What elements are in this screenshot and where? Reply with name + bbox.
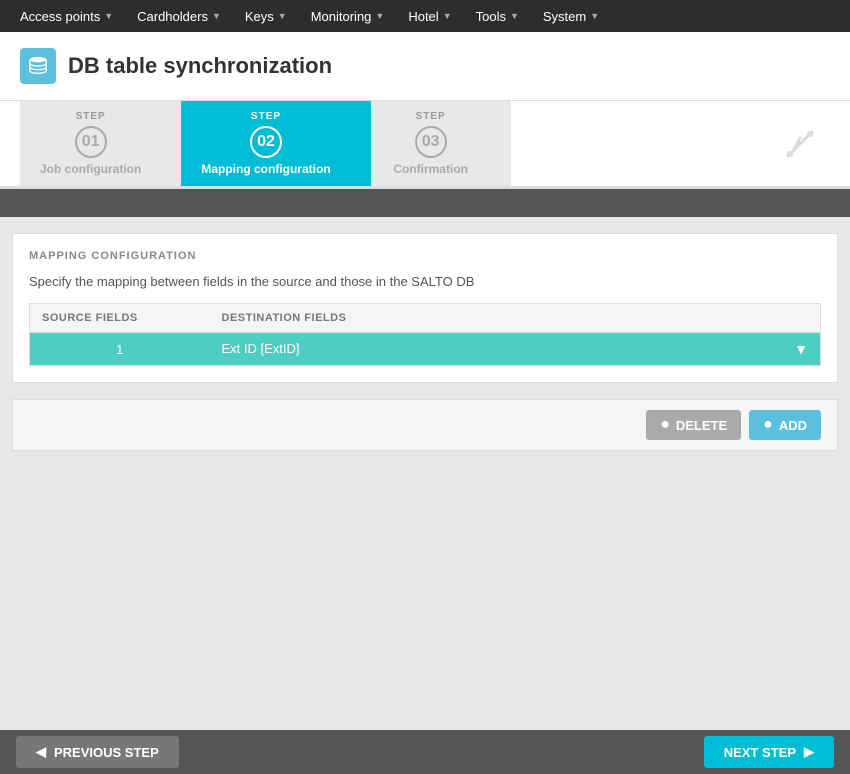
col-source-fields: SOURCE FIELDS bbox=[30, 304, 210, 333]
tools-icon-area bbox=[780, 101, 830, 186]
nav-label-hotel: Hotel bbox=[408, 9, 438, 24]
step-02-number: 02 bbox=[250, 126, 282, 158]
nav-arrow-system: ▼ bbox=[590, 11, 599, 21]
prev-arrow-icon: ◀ bbox=[36, 744, 46, 760]
page-icon bbox=[20, 48, 56, 84]
step-03-label-top: STEP bbox=[416, 111, 446, 122]
next-step-button[interactable]: NEXT STEP ▶ bbox=[704, 736, 834, 768]
bottom-navigation: ◀ PREVIOUS STEP NEXT STEP ▶ bbox=[0, 730, 850, 774]
nav-item-monitoring[interactable]: Monitoring ▼ bbox=[299, 0, 397, 32]
nav-item-access-points[interactable]: Access points ▼ bbox=[8, 0, 125, 32]
step-01-name: Job configuration bbox=[40, 162, 141, 176]
mapping-table: SOURCE FIELDS DESTINATION FIELDS 1 Ext I… bbox=[29, 303, 821, 366]
step-03[interactable]: STEP 03 Confirmation bbox=[371, 101, 511, 186]
nav-item-cardholders[interactable]: Cardholders ▼ bbox=[125, 0, 233, 32]
top-navigation: Access points ▼ Cardholders ▼ Keys ▼ Mon… bbox=[0, 0, 850, 32]
mapping-row-1[interactable]: 1 Ext ID [ExtID] ▼ bbox=[30, 333, 821, 366]
plus-icon: ● bbox=[763, 416, 773, 434]
nav-arrow-keys: ▼ bbox=[278, 11, 287, 21]
nav-label-keys: Keys bbox=[245, 9, 274, 24]
col-destination-fields: DESTINATION FIELDS bbox=[210, 304, 821, 333]
nav-label-cardholders: Cardholders bbox=[137, 9, 208, 24]
nav-label-system: System bbox=[543, 9, 586, 24]
step-01[interactable]: STEP 01 Job configuration bbox=[20, 101, 181, 186]
mapping-configuration-card: MAPPING CONFIGURATION Specify the mappin… bbox=[12, 233, 838, 383]
nav-item-tools[interactable]: Tools ▼ bbox=[464, 0, 531, 32]
row-dropdown-icon[interactable]: ▼ bbox=[794, 341, 808, 357]
nav-item-keys[interactable]: Keys ▼ bbox=[233, 0, 299, 32]
scroll-area[interactable]: MAPPING CONFIGURATION Specify the mappin… bbox=[0, 217, 850, 730]
nav-label-monitoring: Monitoring bbox=[311, 9, 372, 24]
action-bar: ● DELETE ● ADD bbox=[12, 399, 838, 451]
nav-arrow-monitoring: ▼ bbox=[375, 11, 384, 21]
step-03-number: 03 bbox=[415, 126, 447, 158]
step-02-label-top: STEP bbox=[251, 111, 281, 122]
dark-bar bbox=[0, 189, 850, 217]
page-title: DB table synchronization bbox=[68, 53, 332, 79]
nav-arrow-hotel: ▼ bbox=[443, 11, 452, 21]
nav-item-system[interactable]: System ▼ bbox=[531, 0, 611, 32]
step-02-name: Mapping configuration bbox=[201, 162, 330, 176]
nav-label-tools: Tools bbox=[476, 9, 506, 24]
nav-arrow-tools: ▼ bbox=[510, 11, 519, 21]
main-content: DB table synchronization STEP 01 Job con… bbox=[0, 32, 850, 774]
step-02[interactable]: STEP 02 Mapping configuration bbox=[181, 101, 370, 186]
delete-button[interactable]: ● DELETE bbox=[646, 410, 741, 440]
nav-label-access-points: Access points bbox=[20, 9, 100, 24]
page-header: DB table synchronization bbox=[0, 32, 850, 101]
section-title: MAPPING CONFIGURATION bbox=[29, 250, 821, 262]
source-field-1: 1 bbox=[30, 333, 210, 366]
add-button[interactable]: ● ADD bbox=[749, 410, 821, 440]
steps-bar: STEP 01 Job configuration STEP 02 Mappin… bbox=[0, 101, 850, 189]
step-01-label-top: STEP bbox=[76, 111, 106, 122]
minus-icon: ● bbox=[660, 416, 670, 434]
mapping-description: Specify the mapping between fields in th… bbox=[29, 274, 821, 289]
nav-arrow-cardholders: ▼ bbox=[212, 11, 221, 21]
next-arrow-icon: ▶ bbox=[804, 744, 814, 760]
nav-item-hotel[interactable]: Hotel ▼ bbox=[396, 0, 463, 32]
step-03-name: Confirmation bbox=[393, 162, 468, 176]
step-01-number: 01 bbox=[75, 126, 107, 158]
nav-arrow-access-points: ▼ bbox=[104, 11, 113, 21]
previous-step-button[interactable]: ◀ PREVIOUS STEP bbox=[16, 736, 179, 768]
destination-field-1: Ext ID [ExtID] ▼ bbox=[210, 333, 821, 366]
